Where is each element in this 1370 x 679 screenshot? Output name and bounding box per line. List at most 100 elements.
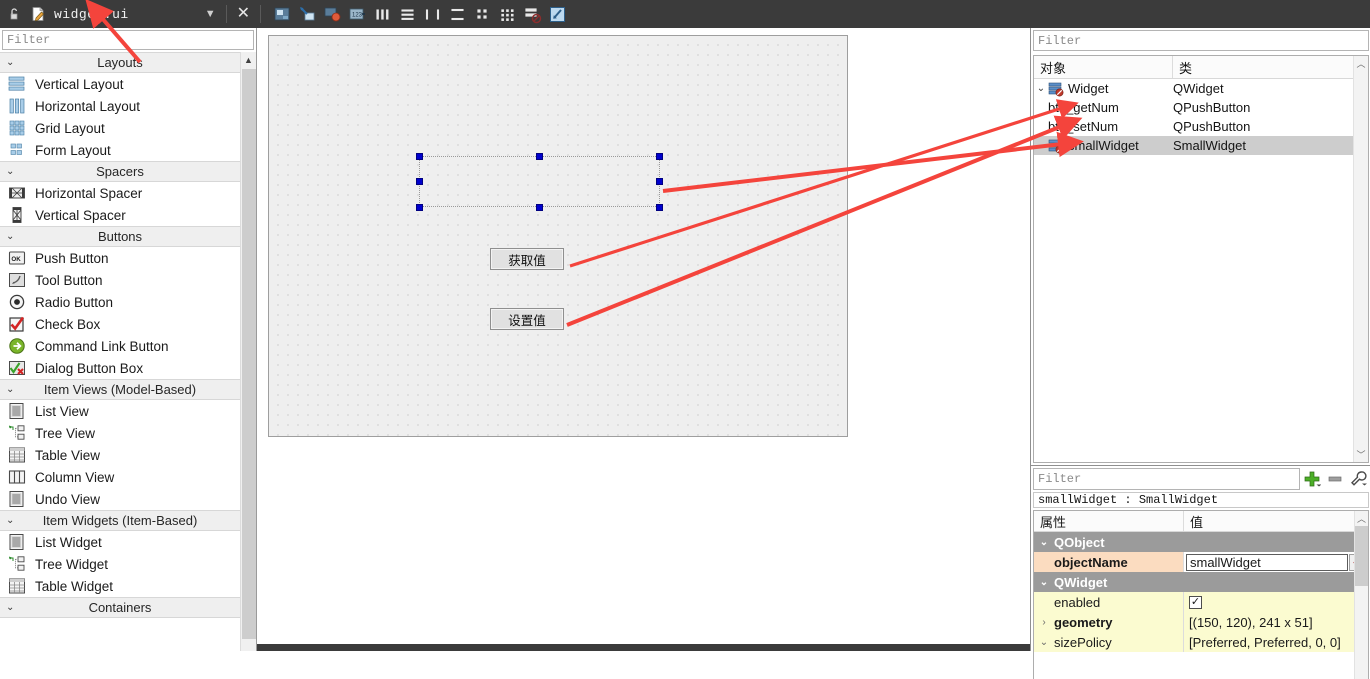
- object-row-btn-getnum[interactable]: btn_getNum QPushButton: [1034, 98, 1368, 117]
- selection-handle-e[interactable]: [656, 178, 663, 185]
- enabled-checkbox[interactable]: ✓: [1189, 595, 1202, 609]
- chevron-down-icon[interactable]: ⌄: [6, 598, 14, 617]
- object-inspector-filter-input[interactable]: Filter: [1033, 30, 1369, 51]
- scroll-up-icon[interactable]: ︿: [1355, 511, 1368, 525]
- widget-item[interactable]: Table Widget: [0, 575, 240, 597]
- object-row-widget[interactable]: ⌄ Widget QWidget: [1034, 79, 1368, 98]
- widget-item[interactable]: Form Layout: [0, 139, 240, 161]
- selection-handle-s[interactable]: [536, 204, 543, 211]
- edit-buddies-icon[interactable]: [321, 3, 343, 25]
- chevron-down-icon[interactable]: ⌄: [1034, 537, 1054, 548]
- object-inspector-scrollbar[interactable]: ︿ ﹀: [1353, 56, 1368, 462]
- widget-group-header[interactable]: ⌄ Item Widgets (Item-Based): [0, 510, 240, 531]
- object-row-btn-setnum[interactable]: btn_setNum QPushButton: [1034, 117, 1368, 136]
- property-row-geometry[interactable]: › geometry [(150, 120), 241 x 51]: [1034, 612, 1368, 632]
- widget-item[interactable]: List Widget: [0, 531, 240, 553]
- widget-item[interactable]: Table View: [0, 444, 240, 466]
- selection-handle-se[interactable]: [656, 204, 663, 211]
- widget-group-label: Item Views (Model-Based): [43, 382, 197, 397]
- btn-getnum-preview[interactable]: 获取值: [490, 248, 564, 270]
- widget-group-header[interactable]: ⌄ Spacers: [0, 161, 240, 182]
- widget-item[interactable]: Grid Layout: [0, 117, 240, 139]
- command-link-button-icon: [8, 337, 26, 355]
- chevron-down-icon[interactable]: ⌄: [6, 511, 14, 530]
- scroll-down-icon[interactable]: ﹀: [1354, 447, 1368, 462]
- widget-item-label: Column View: [35, 469, 115, 485]
- widget-item[interactable]: Tree View: [0, 422, 240, 444]
- property-table[interactable]: 属性 值 ⌄ QObject objectName smallWidget ↩: [1033, 510, 1369, 679]
- chevron-down-icon[interactable]: ▼: [205, 8, 216, 20]
- selection-handle-nw[interactable]: [416, 153, 423, 160]
- adjust-size-icon[interactable]: [546, 3, 568, 25]
- chevron-down-icon[interactable]: ⌄: [6, 380, 14, 399]
- chevron-right-icon[interactable]: ›: [1034, 617, 1054, 628]
- chevron-down-icon[interactable]: ⌄: [6, 162, 14, 181]
- widget-item[interactable]: Tool Button: [0, 269, 240, 291]
- widget-item[interactable]: Check Box: [0, 313, 240, 335]
- objectname-value-input[interactable]: smallWidget: [1186, 553, 1348, 571]
- layout-form-icon[interactable]: [471, 3, 493, 25]
- scrollbar-thumb[interactable]: [1355, 526, 1368, 586]
- property-group-qobject[interactable]: ⌄ QObject: [1034, 532, 1368, 552]
- widget-box-filter-input[interactable]: Filter: [2, 30, 254, 50]
- property-table-scrollbar[interactable]: ︿: [1354, 511, 1368, 679]
- unlock-icon[interactable]: [4, 4, 24, 24]
- tree-widget-icon: [8, 555, 26, 573]
- widget-group-header[interactable]: ⌄ Buttons: [0, 226, 240, 247]
- layout-horizontally-splitter-icon[interactable]: [421, 3, 443, 25]
- selection-handle-ne[interactable]: [656, 153, 663, 160]
- selection-handle-sw[interactable]: [416, 204, 423, 211]
- form-editor-area[interactable]: 获取值 设置值: [257, 28, 1030, 651]
- plus-icon[interactable]: [1300, 468, 1323, 490]
- scrollbar-thumb[interactable]: [242, 69, 256, 639]
- object-inspector-tree[interactable]: 对象 类 ⌄ Widget QWidget btn_getNum QPushBu…: [1033, 55, 1369, 463]
- object-row-smallwidget[interactable]: smallWidget SmallWidget: [1034, 136, 1368, 155]
- close-icon[interactable]: ✕: [231, 6, 256, 22]
- edit-widgets-icon[interactable]: [271, 3, 293, 25]
- chevron-down-icon[interactable]: ⌄: [6, 53, 14, 72]
- minus-icon[interactable]: [1323, 468, 1346, 490]
- property-row-enabled[interactable]: enabled ✓: [1034, 592, 1368, 612]
- property-editor-filter-input[interactable]: Filter: [1033, 468, 1300, 490]
- widget-item[interactable]: Vertical Layout: [0, 73, 240, 95]
- widget-box-scrollbar[interactable]: ▲: [240, 52, 256, 651]
- widget-item[interactable]: Dialog Button Box: [0, 357, 240, 379]
- form-canvas[interactable]: 获取值 设置值: [268, 35, 848, 437]
- property-row-objectname[interactable]: objectName smallWidget ↩: [1034, 552, 1368, 572]
- widget-box-list: ⌄ Layouts Vertical Layout Horizontal Layout…: [0, 52, 240, 651]
- widget-item[interactable]: Command Link Button: [0, 335, 240, 357]
- widget-item[interactable]: Vertical Spacer: [0, 204, 240, 226]
- document-tab[interactable]: widget.ui: [24, 0, 135, 28]
- chevron-down-icon[interactable]: ⌄: [6, 227, 14, 246]
- selection-handle-n[interactable]: [536, 153, 543, 160]
- widget-group-header[interactable]: ⌄ Containers: [0, 597, 240, 618]
- break-layout-icon[interactable]: [521, 3, 543, 25]
- widget-item[interactable]: Horizontal Layout: [0, 95, 240, 117]
- chevron-down-icon[interactable]: ⌄: [1034, 83, 1048, 94]
- chevron-down-icon[interactable]: ⌄: [1034, 637, 1054, 648]
- scroll-up-icon[interactable]: ▲: [241, 52, 256, 68]
- widget-item[interactable]: Undo View: [0, 488, 240, 510]
- layout-horizontally-icon[interactable]: [371, 3, 393, 25]
- widget-group-header[interactable]: ⌄ Item Views (Model-Based): [0, 379, 240, 400]
- chevron-down-icon[interactable]: ⌄: [1034, 577, 1054, 588]
- btn-setnum-preview[interactable]: 设置值: [490, 308, 564, 330]
- widget-group-header[interactable]: ⌄ Layouts: [0, 52, 240, 73]
- layout-grid-icon[interactable]: [496, 3, 518, 25]
- edit-tab-order-icon[interactable]: 123: [346, 3, 368, 25]
- scroll-up-icon[interactable]: ︿: [1354, 56, 1368, 71]
- layout-vertically-icon[interactable]: [396, 3, 418, 25]
- wrench-icon[interactable]: [1346, 468, 1369, 490]
- widget-item[interactable]: Column View: [0, 466, 240, 488]
- widget-item[interactable]: OK Push Button: [0, 247, 240, 269]
- selection-handle-w[interactable]: [416, 178, 423, 185]
- widget-item[interactable]: Horizontal Spacer: [0, 182, 240, 204]
- edit-signals-slots-icon[interactable]: [296, 3, 318, 25]
- property-group-qwidget[interactable]: ⌄ QWidget: [1034, 572, 1368, 592]
- object-class-label: SmallWidget: [1173, 138, 1246, 153]
- widget-item[interactable]: List View: [0, 400, 240, 422]
- widget-item[interactable]: Tree Widget: [0, 553, 240, 575]
- property-row-sizepolicy[interactable]: ⌄ sizePolicy [Preferred, Preferred, 0, 0…: [1034, 632, 1368, 652]
- layout-vertically-splitter-icon[interactable]: [446, 3, 468, 25]
- widget-item[interactable]: Radio Button: [0, 291, 240, 313]
